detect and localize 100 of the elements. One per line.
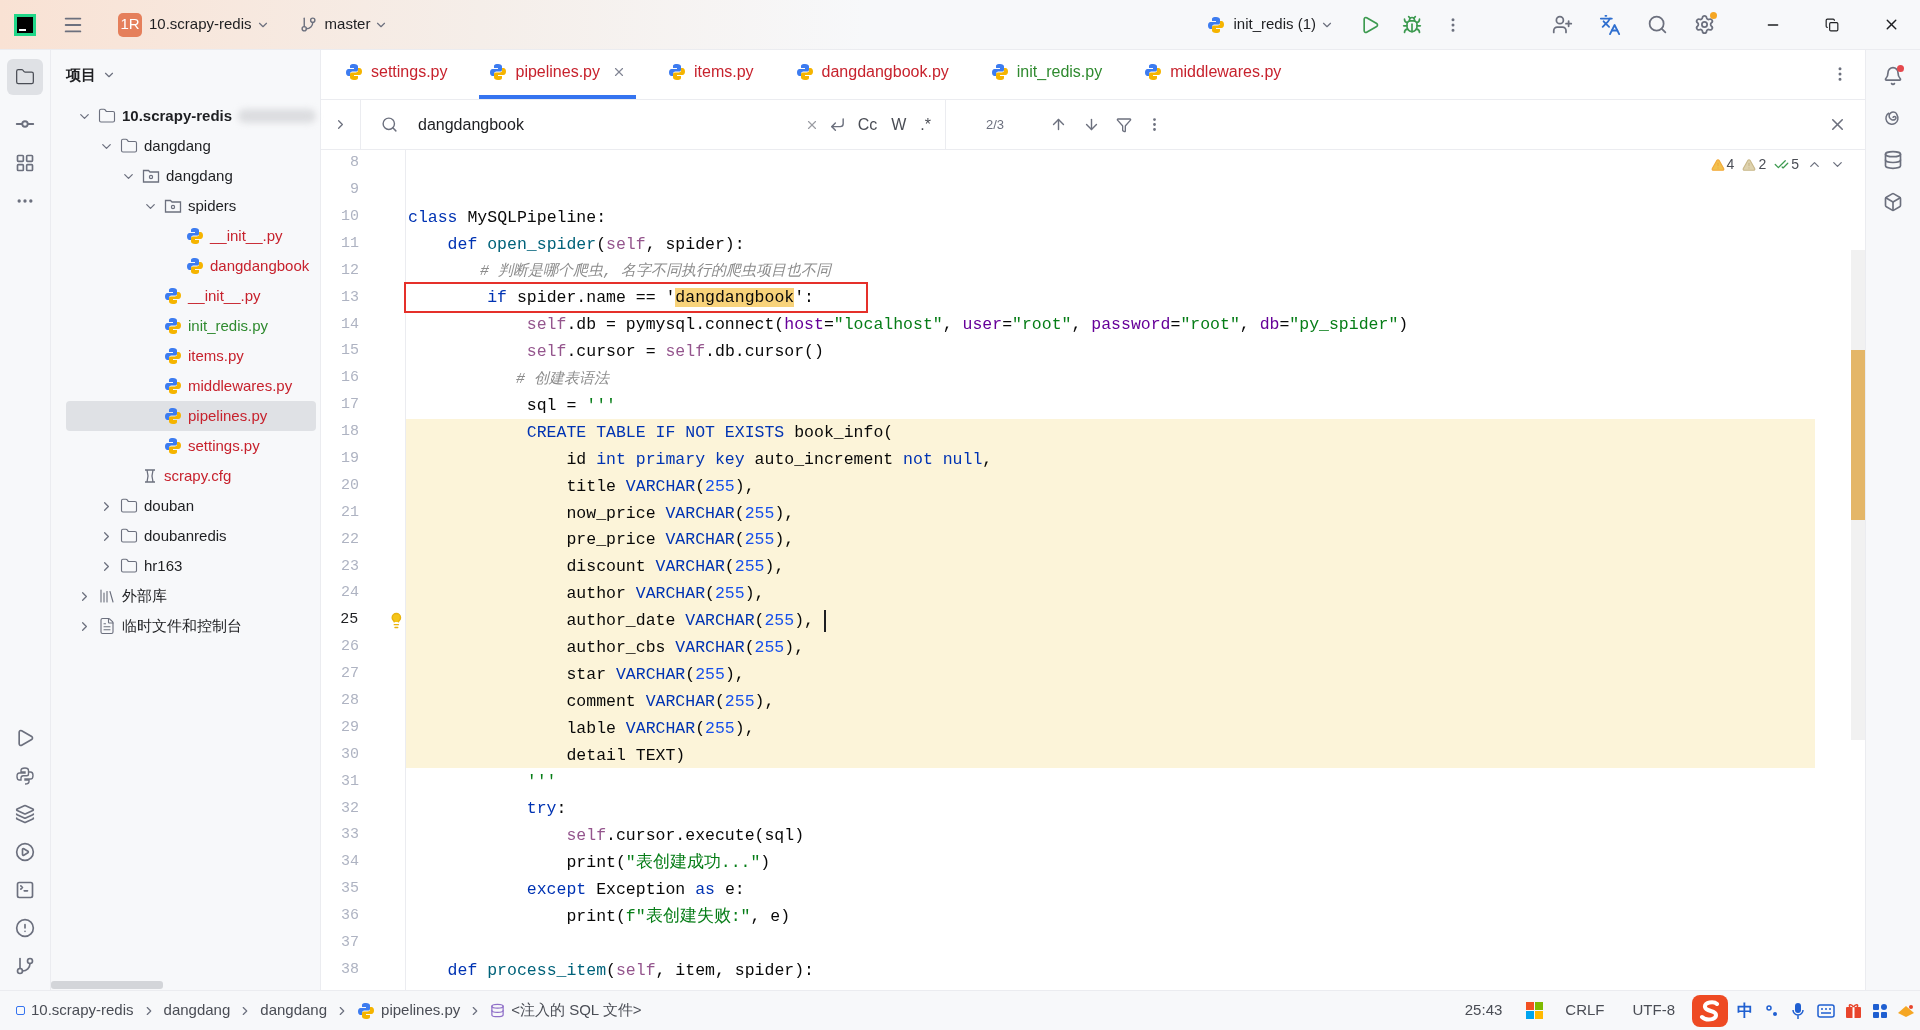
close-tab-icon[interactable] <box>612 65 626 79</box>
breadcrumb[interactable]: dangdang <box>163 999 231 1022</box>
code-line: title VARCHAR(255), <box>565 475 755 498</box>
line-number: 13 <box>340 287 359 308</box>
tree-item[interactable]: middlewares.py <box>66 371 316 401</box>
search-option-toggle[interactable]: .* <box>920 112 931 137</box>
layers-icon[interactable] <box>15 804 35 824</box>
breadcrumb[interactable]: pipelines.py <box>357 999 461 1022</box>
tree-item[interactable]: __init__.py <box>66 221 316 251</box>
python-file-icon <box>186 257 204 275</box>
editor-tab[interactable]: dangdangbook.py <box>785 49 959 99</box>
tree-item-label: spiders <box>188 195 237 216</box>
tree-item[interactable]: hr163 <box>66 551 316 581</box>
tree-item[interactable]: doubanredis <box>66 521 316 551</box>
line-number: 33 <box>340 825 359 846</box>
grid-apps-icon[interactable] <box>1872 1002 1888 1019</box>
microphone-icon[interactable] <box>1791 1001 1805 1020</box>
editor-tab[interactable]: init_redis.py <box>980 49 1113 99</box>
tree-item[interactable]: init_redis.py <box>66 311 316 341</box>
tree-item[interactable]: dangdang <box>66 131 316 161</box>
search-icon[interactable] <box>1647 14 1668 35</box>
folder-icon <box>120 527 138 545</box>
editor-tab[interactable]: pipelines.py <box>479 49 636 99</box>
run-icon[interactable] <box>1360 14 1380 35</box>
breadcrumb[interactable]: 10.scrapy-redis <box>16 999 134 1022</box>
editor-tab[interactable]: settings.py <box>335 49 458 99</box>
keyboard-icon[interactable] <box>1817 1003 1835 1018</box>
run-icon[interactable] <box>15 728 35 748</box>
weak-warning-count[interactable]: 2 <box>1742 154 1767 175</box>
panel-title[interactable]: 项目 <box>66 63 96 87</box>
cursor-position[interactable]: 25:43 <box>1464 999 1503 1022</box>
tree-item-label: doubanredis <box>144 525 227 546</box>
git-icon[interactable] <box>15 956 35 976</box>
line-separator[interactable]: CRLF <box>1565 999 1605 1022</box>
tree-item[interactable]: 临时文件和控制台 <box>66 611 316 641</box>
tree-item-label: douban <box>144 495 195 516</box>
project-tool-button[interactable] <box>7 59 43 95</box>
typo-count[interactable]: 5 <box>1774 154 1799 175</box>
tree-item-label: dangdang <box>144 135 211 156</box>
tree-item-label: pipelines.py <box>188 405 268 426</box>
python-file-icon <box>990 63 1009 81</box>
match-count: 2/3 <box>986 115 1005 134</box>
line-number: 12 <box>340 260 359 281</box>
code-line: id int primary key auto_increment not null, <box>565 448 993 471</box>
python-console-icon[interactable] <box>15 766 35 786</box>
terminal-icon[interactable] <box>15 880 35 900</box>
tree-item[interactable]: __init__.py <box>66 281 316 311</box>
editor-tab[interactable]: items.py <box>658 49 764 99</box>
file-encoding[interactable]: UTF-8 <box>1632 999 1675 1022</box>
run-config-selector[interactable]: init_redis (1) <box>1233 13 1334 36</box>
skin-icon[interactable] <box>1896 1002 1916 1019</box>
search-field[interactable]: dangdangbook Cc W .* <box>361 100 946 149</box>
newline-icon[interactable] <box>828 116 846 133</box>
problems-icon[interactable] <box>15 918 35 938</box>
tree-item[interactable]: spiders <box>66 191 316 221</box>
line-number: 35 <box>340 879 359 900</box>
filter-icon[interactable] <box>1116 116 1133 133</box>
notifications-icon[interactable] <box>1883 66 1903 86</box>
settings-icon[interactable] <box>1694 14 1715 35</box>
breadcrumb[interactable]: dangdang <box>260 999 328 1022</box>
branch-selector[interactable]: master <box>324 13 389 36</box>
tree-item[interactable]: scrapy.cfg <box>66 461 316 491</box>
structure-icon[interactable] <box>15 153 35 173</box>
add-user-icon[interactable] <box>1552 14 1573 35</box>
ime-mode[interactable]: 中 <box>1737 998 1753 1023</box>
punctuation-icon[interactable] <box>1765 1003 1779 1018</box>
search-option-toggle[interactable]: Cc <box>857 112 878 137</box>
search-option-toggle[interactable]: W <box>891 112 907 137</box>
tree-item[interactable]: items.py <box>66 341 316 371</box>
weak-warning-icon <box>1742 157 1757 172</box>
tree-item[interactable]: pipelines.py <box>66 401 316 431</box>
debug-icon[interactable] <box>1402 14 1422 35</box>
database-icon[interactable] <box>1883 150 1903 170</box>
scratch-files-icon <box>98 617 116 635</box>
tree-item[interactable]: dangdang <box>66 161 316 191</box>
tree-item[interactable]: douban <box>66 491 316 521</box>
tree-item[interactable]: settings.py <box>66 431 316 461</box>
package-icon[interactable] <box>1883 192 1903 212</box>
code-line: class MySQLPipeline: <box>408 206 607 229</box>
scroll-thumb[interactable] <box>1851 350 1865 520</box>
tree-item[interactable]: dangdangbook <box>66 251 316 281</box>
project-selector[interactable]: 10.scrapy-redis <box>149 13 270 36</box>
line-number: 22 <box>340 529 359 550</box>
line-number: 18 <box>340 422 359 443</box>
python-file-icon <box>164 437 182 455</box>
services-icon[interactable] <box>15 842 35 862</box>
line-number: 36 <box>340 906 359 927</box>
tree-item-label: 外部库 <box>122 585 167 606</box>
warning-count[interactable]: 4 <box>1710 154 1735 175</box>
code-line: self.db = pymysql.connect(host="localhost", user="root", password="root", db="py_spider") <box>525 314 1409 337</box>
editor-tab[interactable]: middlewares.py <box>1134 49 1292 99</box>
horizontal-scrollbar[interactable] <box>51 981 163 989</box>
python-file-icon <box>164 407 182 425</box>
translate-icon[interactable] <box>1599 13 1621 36</box>
breadcrumb[interactable]: <注入的 SQL 文件> <box>490 999 642 1022</box>
line-number: 34 <box>340 852 359 873</box>
tree-item[interactable]: 10.scrapy-redis <box>66 101 316 131</box>
tree-item[interactable]: 外部库 <box>66 581 316 611</box>
gift-icon[interactable] <box>1845 1002 1862 1019</box>
restore-icon[interactable] <box>1825 17 1839 32</box>
